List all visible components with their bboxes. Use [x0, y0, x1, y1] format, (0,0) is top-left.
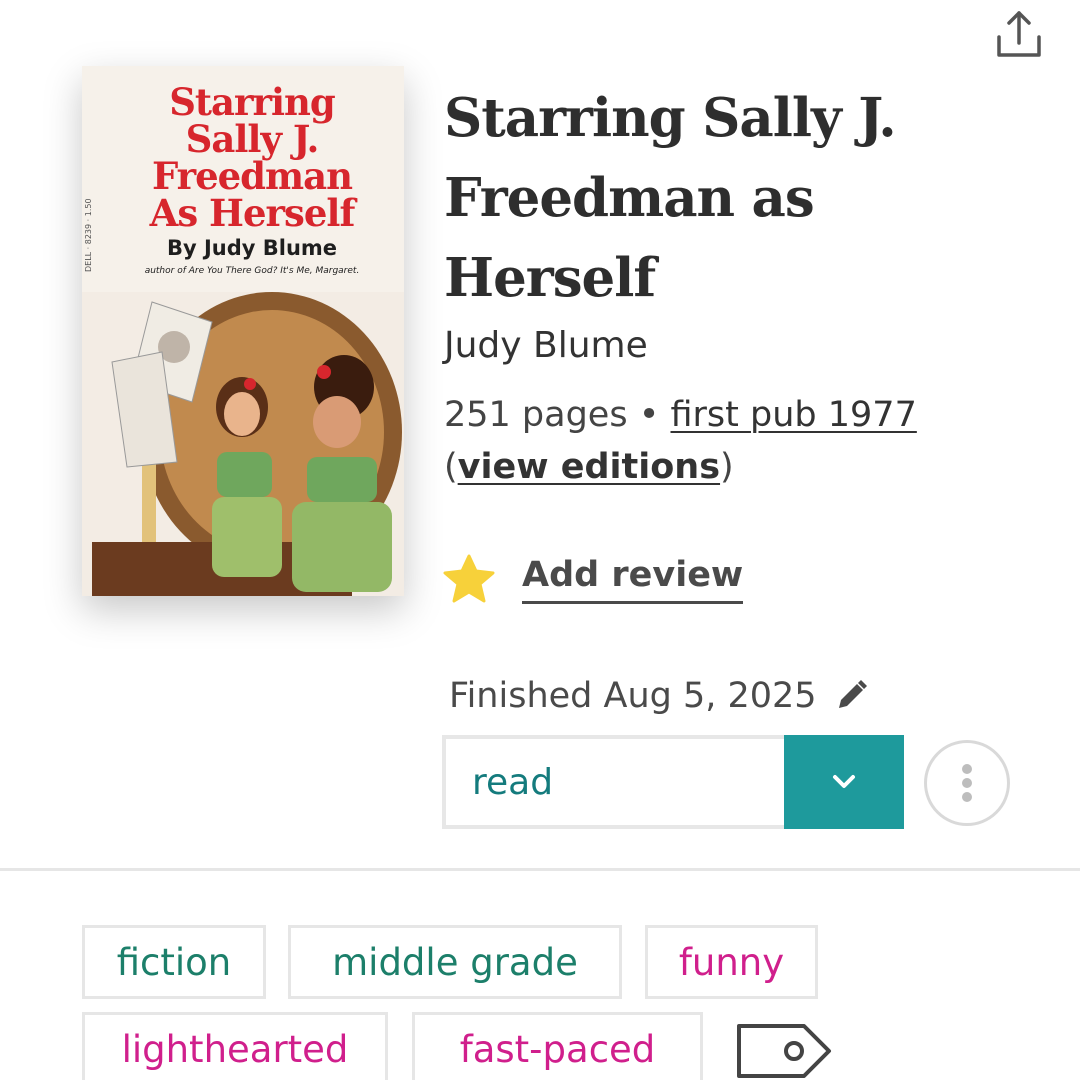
tag-chip[interactable]: funny: [645, 925, 818, 999]
page-count: 251 pages: [444, 395, 628, 435]
finished-date: Finished Aug 5, 2025: [449, 676, 817, 716]
section-divider: [0, 868, 1080, 871]
more-options-button[interactable]: [924, 740, 1010, 826]
book-title: Starring Sally J. Freedman as Herself: [444, 87, 897, 309]
paren-open: (: [444, 447, 458, 487]
book-meta-editions: (view editions): [444, 447, 734, 487]
add-tag-icon[interactable]: [734, 1021, 834, 1080]
paren-close: ): [720, 447, 734, 487]
share-upload-icon: [997, 11, 1041, 57]
tag-chip[interactable]: lighthearted: [82, 1012, 388, 1080]
cover-title-line: Freedman: [151, 154, 353, 198]
book-author[interactable]: Judy Blume: [444, 325, 648, 366]
book-cover[interactable]: DELL · 8239 · 1.50 Starring Sally J. Fre…: [82, 66, 404, 596]
first-pub-link[interactable]: first pub 1977: [671, 395, 917, 435]
tag-chip[interactable]: fast-paced: [412, 1012, 703, 1080]
cover-illustration: [82, 292, 404, 596]
pencil-edit-icon[interactable]: [831, 676, 871, 716]
status-dropdown-button[interactable]: [784, 735, 904, 829]
meta-separator: •: [627, 395, 671, 435]
view-editions-link[interactable]: view editions: [458, 447, 720, 487]
cover-title: Starring Sally J. Freedman As Herself: [122, 84, 382, 232]
share-button[interactable]: [990, 6, 1048, 62]
cover-title-line: Starring: [169, 80, 336, 124]
cover-byline: By Judy Blume: [166, 236, 338, 260]
cover-spine-text: DELL · 8239 · 1.50: [84, 198, 93, 272]
cover-title-line: As Herself: [149, 191, 356, 235]
chevron-down-icon: [833, 775, 855, 788]
cover-subline: author of Are You There God? It's Me, Ma…: [144, 266, 360, 276]
star-icon[interactable]: [442, 553, 496, 605]
tag-chip[interactable]: middle grade: [288, 925, 622, 999]
tag-chip[interactable]: fiction: [82, 925, 266, 999]
reading-status-select[interactable]: read: [442, 735, 904, 829]
finished-date-row: Finished Aug 5, 2025: [449, 676, 871, 716]
more-vertical-icon: [962, 764, 972, 802]
reading-status-value[interactable]: read: [446, 739, 784, 825]
book-meta: 251 pages • first pub 1977: [444, 395, 917, 435]
add-review-link[interactable]: Add review: [522, 555, 744, 604]
cover-title-line: Sally J.: [185, 117, 320, 161]
